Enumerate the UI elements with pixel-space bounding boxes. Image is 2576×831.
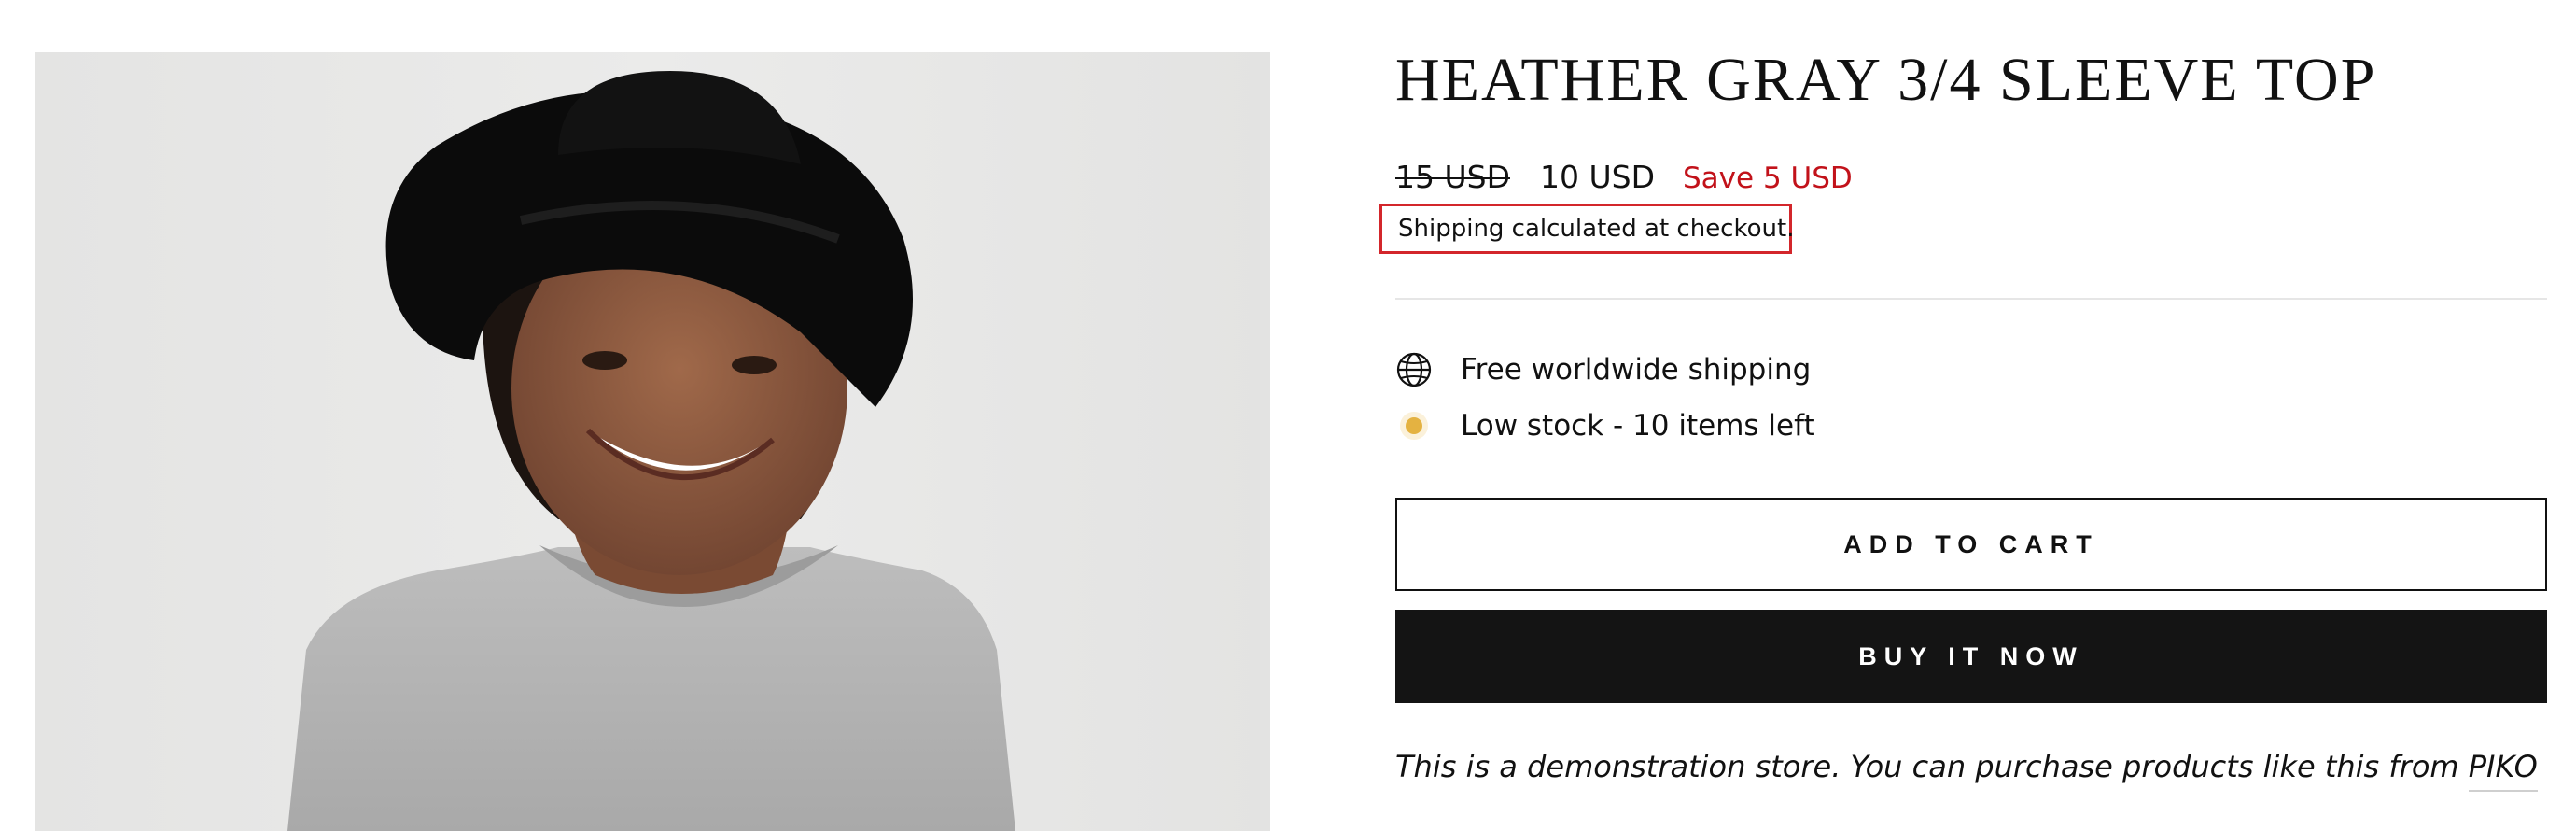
feature-free-shipping: Free worldwide shipping	[1395, 349, 1811, 390]
globe-icon	[1395, 351, 1433, 388]
compare-at-price: 15 USD	[1395, 159, 1510, 195]
sale-price: 10 USD	[1540, 159, 1655, 195]
product-photo-illustration	[35, 52, 1270, 831]
demo-notice-text: This is a demonstration store. You can p…	[1395, 749, 2469, 784]
shipping-note-text: Shipping calculated at checkout.	[1398, 215, 1795, 243]
stock-dot-icon	[1395, 407, 1433, 444]
piko-link[interactable]: PIKO	[2468, 749, 2538, 792]
feature-label: Low stock - 10 items left	[1461, 409, 1815, 443]
demo-store-notice: This is a demonstration store. You can p…	[1395, 749, 2538, 792]
buy-it-now-button[interactable]: BUY IT NOW	[1395, 610, 2547, 703]
savings-badge: Save 5 USD	[1683, 162, 1853, 195]
product-title: HEATHER GRAY 3/4 SLEEVE TOP	[1395, 46, 2377, 114]
divider	[1395, 298, 2547, 300]
add-to-cart-button[interactable]: ADD TO CART	[1395, 498, 2547, 591]
product-image[interactable]	[35, 52, 1270, 831]
shipping-note: Shipping calculated at checkout.	[1379, 204, 1795, 254]
feature-label: Free worldwide shipping	[1461, 353, 1812, 387]
feature-stock-level: Low stock - 10 items left	[1395, 405, 1815, 446]
product-info: HEATHER GRAY 3/4 SLEEVE TOP 15 USD 10 US…	[1379, 0, 2547, 831]
price-row: 15 USD 10 USD Save 5 USD	[1395, 159, 1853, 205]
